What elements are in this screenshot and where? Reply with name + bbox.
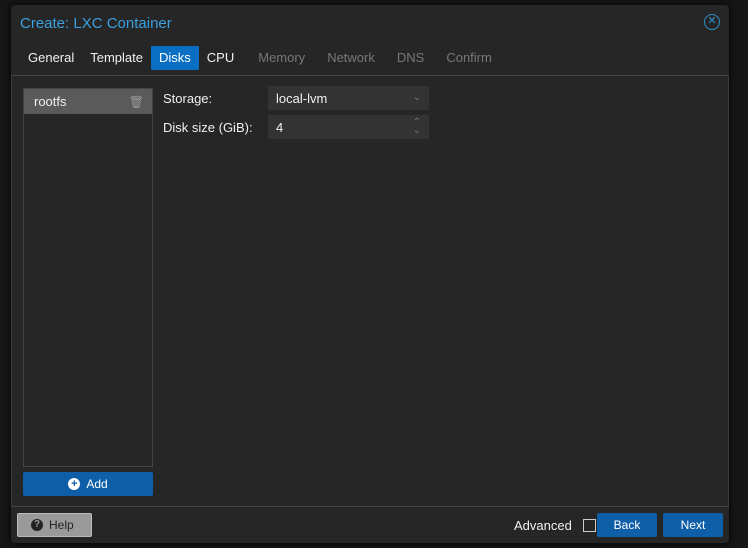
help-button[interactable]: ? Help <box>17 513 92 537</box>
disk-item-label: rootfs <box>34 94 67 109</box>
tab-cpu[interactable]: CPU <box>199 46 242 70</box>
add-label: Add <box>86 477 108 491</box>
footer-toolbar: ? Help Advanced Back Next <box>17 513 723 537</box>
storage-label: Storage: <box>163 90 213 106</box>
storage-row: Storage: local-lvm ⌄ <box>163 86 429 110</box>
storage-select[interactable]: local-lvm ⌄ <box>268 86 429 110</box>
storage-value: local-lvm <box>276 90 328 106</box>
add-disk-button[interactable]: + Add <box>23 472 153 496</box>
help-label: Help <box>49 518 74 532</box>
disks-panel: rootfs 🗑 + Add Storage: local-lvm ⌄ Disk… <box>11 75 729 507</box>
disk-list: rootfs 🗑 <box>23 88 153 467</box>
tab-template[interactable]: Template <box>82 46 151 70</box>
disk-item-rootfs[interactable]: rootfs 🗑 <box>24 89 152 114</box>
chevron-down-icon: ⌄ <box>412 92 421 103</box>
trash-icon[interactable]: 🗑 <box>129 95 144 109</box>
wizard-tabs: General Template Disks CPU Memory Networ… <box>20 46 500 70</box>
tab-general[interactable]: General <box>20 46 82 70</box>
disk-size-value: 4 <box>276 119 284 135</box>
disk-size-input[interactable]: 4 ⌃ ⌄ <box>268 115 429 139</box>
disk-size-row: Disk size (GiB): 4 ⌃ ⌄ <box>163 115 429 139</box>
spinner-icon[interactable]: ⌃ ⌄ <box>413 118 421 136</box>
advanced-label: Advanced <box>514 518 572 533</box>
back-button[interactable]: Back <box>597 513 657 537</box>
tab-memory: Memory <box>258 50 306 65</box>
disk-size-label: Disk size (GiB): <box>163 119 253 135</box>
plus-circle-icon: + <box>68 478 81 490</box>
tab-dns: DNS <box>396 50 425 65</box>
tab-disks[interactable]: Disks <box>151 46 199 70</box>
advanced-checkbox[interactable] <box>583 519 596 532</box>
next-button[interactable]: Next <box>663 513 723 537</box>
close-icon[interactable]: ✕ <box>704 14 720 30</box>
dialog-title: Create: LXC Container <box>20 15 172 32</box>
tab-network: Network <box>327 50 375 65</box>
question-icon: ? <box>31 519 43 531</box>
tab-confirm: Confirm <box>446 50 492 65</box>
create-lxc-dialog: Create: LXC Container ✕ General Template… <box>11 5 729 543</box>
